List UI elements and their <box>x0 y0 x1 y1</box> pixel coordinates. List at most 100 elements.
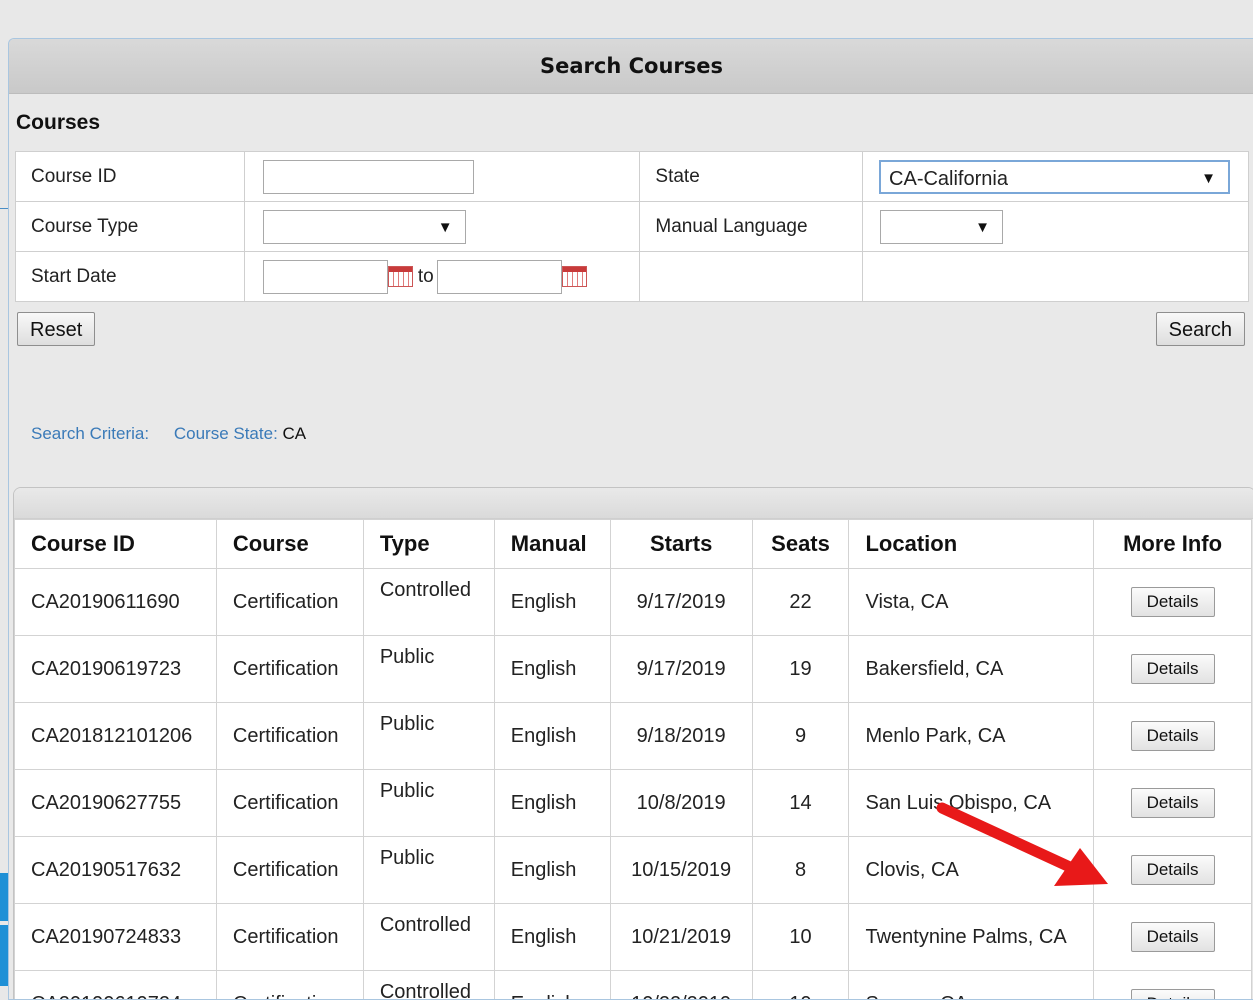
starts-cell: 9/18/2019 <box>610 703 752 770</box>
type-cell: Public <box>363 837 494 904</box>
manual-language-select[interactable]: ▼ <box>880 210 1003 244</box>
type-cell: Public <box>363 770 494 837</box>
seats-cell: 10 <box>752 904 849 971</box>
more-info-cell: Details <box>1094 837 1252 904</box>
course-cell: Certification <box>216 904 363 971</box>
table-row: CA20190619723 Certification Public Engli… <box>15 636 1252 703</box>
details-button[interactable]: Details <box>1131 654 1215 684</box>
column-header-course[interactable]: Course <box>216 520 363 569</box>
start-date-from-input[interactable] <box>263 260 388 294</box>
chevron-down-icon: ▼ <box>975 211 990 245</box>
location-cell: Twentynine Palms, CA <box>849 904 1094 971</box>
results-panel: Course ID Course Type Manual Starts Seat… <box>13 487 1253 1000</box>
course-id-label: Course ID <box>16 152 245 202</box>
reset-button[interactable]: Reset <box>17 312 95 346</box>
calendar-icon[interactable] <box>562 266 587 287</box>
to-label: to <box>418 266 434 287</box>
details-button[interactable]: Details <box>1131 587 1215 617</box>
results-header-bar <box>14 488 1253 519</box>
starts-cell: 10/15/2019 <box>610 837 752 904</box>
edge-divider <box>0 208 8 209</box>
location-cell: Menlo Park, CA <box>849 703 1094 770</box>
table-row: CA20190611690 Certification Controlled E… <box>15 569 1252 636</box>
calendar-icon[interactable] <box>388 266 413 287</box>
details-button[interactable]: Details <box>1131 721 1215 751</box>
edge-accent-block <box>0 873 8 921</box>
type-cell: Controlled <box>363 971 494 1000</box>
state-select[interactable]: CA-California ▼ <box>879 160 1230 194</box>
location-cell: Clovis, CA <box>849 837 1094 904</box>
course-cell: Certification <box>216 703 363 770</box>
manual-cell: English <box>494 770 610 837</box>
location-cell: Vista, CA <box>849 569 1094 636</box>
details-button[interactable]: Details <box>1131 855 1215 885</box>
more-info-cell: Details <box>1094 569 1252 636</box>
table-row: CA20190517632 Certification Public Engli… <box>15 837 1252 904</box>
empty-cell <box>640 252 863 302</box>
course-cell: Certification <box>216 770 363 837</box>
course-type-select[interactable]: ▼ <box>263 210 466 244</box>
search-criteria-label: Search Criteria: <box>31 424 149 443</box>
details-button[interactable]: Details <box>1131 788 1215 818</box>
course-type-label: Course Type <box>16 202 245 252</box>
starts-cell: 9/17/2019 <box>610 569 752 636</box>
course-cell: Certification <box>216 837 363 904</box>
state-select-value: CA-California <box>889 168 1008 190</box>
manual-cell: English <box>494 904 610 971</box>
column-header-more-info: More Info <box>1094 520 1252 569</box>
course-id-cell: CA20190517632 <box>15 837 217 904</box>
panel-title: Search Courses <box>9 39 1253 94</box>
seats-cell: 19 <box>752 971 849 1000</box>
course-id-cell: CA20190611690 <box>15 569 217 636</box>
manual-cell: English <box>494 569 610 636</box>
results-table: Course ID Course Type Manual Starts Seat… <box>14 519 1252 1000</box>
more-info-cell: Details <box>1094 703 1252 770</box>
search-courses-panel: Search Courses Courses Course ID State C… <box>8 38 1253 1000</box>
starts-cell: 9/17/2019 <box>610 636 752 703</box>
starts-cell: 10/21/2019 <box>610 904 752 971</box>
seats-cell: 9 <box>752 703 849 770</box>
course-cell: Certification <box>216 569 363 636</box>
column-header-course-id[interactable]: Course ID <box>15 520 217 569</box>
location-cell: Sanger, CA <box>849 971 1094 1000</box>
table-header-row: Course ID Course Type Manual Starts Seat… <box>15 520 1252 569</box>
search-button[interactable]: Search <box>1156 312 1245 346</box>
edge-accent-block <box>0 925 8 986</box>
course-id-cell: CA20190627755 <box>15 770 217 837</box>
seats-cell: 14 <box>752 770 849 837</box>
course-cell: Certification <box>216 636 363 703</box>
manual-language-label: Manual Language <box>640 202 863 252</box>
type-cell: Controlled <box>363 904 494 971</box>
seats-cell: 8 <box>752 837 849 904</box>
search-form: Course ID State CA-California ▼ Course T… <box>15 151 1249 302</box>
more-info-cell: Details <box>1094 971 1252 1000</box>
state-label: State <box>640 152 863 202</box>
seats-cell: 22 <box>752 569 849 636</box>
more-info-cell: Details <box>1094 636 1252 703</box>
column-header-location[interactable]: Location <box>849 520 1094 569</box>
more-info-cell: Details <box>1094 904 1252 971</box>
details-button[interactable]: Details <box>1131 989 1215 1000</box>
details-button[interactable]: Details <box>1131 922 1215 952</box>
column-header-seats[interactable]: Seats <box>752 520 849 569</box>
courses-section-title: Courses <box>9 94 1253 151</box>
type-cell: Public <box>363 636 494 703</box>
manual-cell: English <box>494 971 610 1000</box>
start-date-to-input[interactable] <box>437 260 562 294</box>
column-header-type[interactable]: Type <box>363 520 494 569</box>
column-header-starts[interactable]: Starts <box>610 520 752 569</box>
empty-cell <box>863 252 1249 302</box>
column-header-manual[interactable]: Manual <box>494 520 610 569</box>
course-cell: Certification <box>216 971 363 1000</box>
starts-cell: 10/22/2019 <box>610 971 752 1000</box>
course-id-cell: CA20190619723 <box>15 636 217 703</box>
type-cell: Public <box>363 703 494 770</box>
manual-cell: English <box>494 636 610 703</box>
more-info-cell: Details <box>1094 770 1252 837</box>
course-state-value: CA <box>283 424 307 443</box>
seats-cell: 19 <box>752 636 849 703</box>
chevron-down-icon: ▼ <box>438 211 453 245</box>
chevron-down-icon: ▼ <box>1201 162 1216 196</box>
location-cell: San Luis Obispo, CA <box>849 770 1094 837</box>
course-id-input[interactable] <box>263 160 474 194</box>
